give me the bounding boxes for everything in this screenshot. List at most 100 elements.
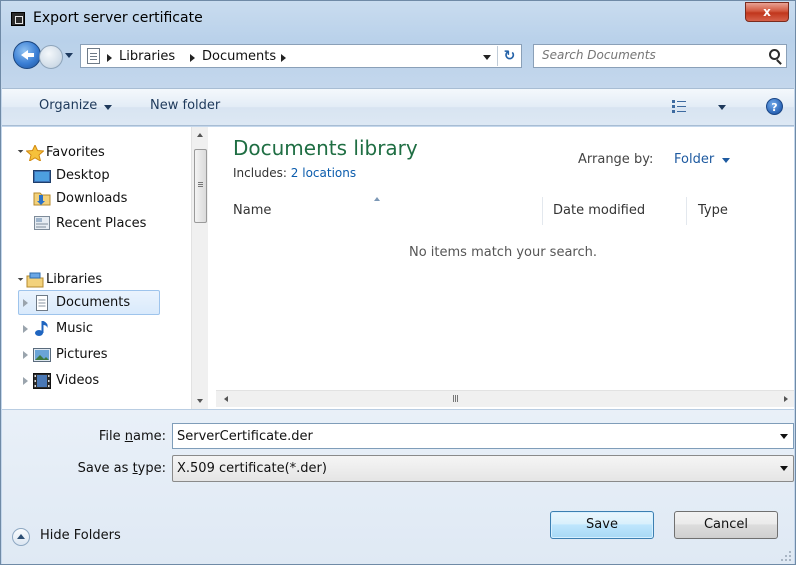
sidebar-item-libraries[interactable]: Libraries: [26, 269, 176, 291]
music-icon: [35, 321, 48, 336]
save-type-dropdown-icon[interactable]: [780, 466, 788, 471]
title-bar[interactable]: Export server certificate x: [1, 1, 795, 35]
navigation-bar: Libraries Documents ↻: [1, 35, 795, 87]
pictures-icon: [33, 348, 51, 362]
help-icon[interactable]: ?: [766, 98, 783, 115]
library-includes: Includes: 2 locations: [233, 166, 356, 180]
file-name-dropdown-icon[interactable]: [780, 434, 788, 439]
chevron-down-icon[interactable]: [722, 158, 730, 163]
content-area: Favorites Desktop Downloads Recent Place…: [2, 127, 794, 409]
sidebar-item-label: Music: [56, 321, 93, 336]
sidebar-item-label: Downloads: [56, 191, 128, 206]
search-input[interactable]: [542, 48, 762, 62]
sidebar-item-label: Desktop: [56, 168, 110, 183]
sidebar-item-desktop[interactable]: Desktop: [33, 165, 183, 187]
address-bar[interactable]: Libraries Documents ↻: [80, 44, 522, 68]
save-button[interactable]: Save: [550, 511, 654, 539]
back-arrow-icon[interactable]: [13, 41, 41, 69]
save-as-type-select[interactable]: X.509 certificate(*.der): [172, 455, 794, 482]
search-box[interactable]: [533, 44, 787, 68]
location-icon: [87, 48, 100, 64]
libraries-icon: [26, 272, 44, 288]
sidebar-item-recent-places[interactable]: Recent Places: [33, 213, 183, 235]
cancel-button[interactable]: Cancel: [674, 511, 778, 539]
organize-button[interactable]: Organize: [39, 98, 97, 113]
expand-libraries-icon[interactable]: [15, 273, 24, 281]
downloads-folder-icon: [33, 192, 51, 206]
column-header-date-modified[interactable]: Date modified: [553, 197, 687, 225]
column-header-name[interactable]: Name: [233, 197, 543, 225]
arrange-by-label: Arrange by:: [578, 152, 654, 167]
sidebar-item-label: Recent Places: [56, 216, 147, 231]
save-form: File name: Save as type: X.509 certifica…: [2, 409, 794, 564]
app-icon: [11, 12, 25, 26]
scrollbar-thumb[interactable]: [194, 149, 207, 223]
expand-pictures-icon[interactable]: [23, 351, 28, 359]
refresh-icon[interactable]: ↻: [497, 46, 521, 66]
recent-pages-dropdown-icon[interactable]: [65, 53, 73, 58]
search-icon[interactable]: [769, 49, 780, 60]
label-mnemonic: n: [124, 429, 133, 444]
expand-videos-icon[interactable]: [23, 377, 28, 385]
window-title: Export server certificate: [33, 10, 203, 26]
locations-link[interactable]: 2 locations: [291, 166, 356, 180]
breadcrumb-documents[interactable]: Documents: [202, 49, 276, 64]
scroll-up-icon[interactable]: [197, 133, 203, 137]
expand-favorites-icon[interactable]: [15, 145, 24, 153]
library-title: Documents library: [233, 136, 418, 160]
save-as-type-label: Save as type:: [62, 461, 166, 476]
breadcrumb-libraries[interactable]: Libraries: [119, 49, 175, 64]
navigation-pane: Favorites Desktop Downloads Recent Place…: [2, 127, 208, 409]
empty-state-message: No items match your search.: [408, 245, 597, 260]
sidebar-item-label: Libraries: [46, 272, 103, 287]
breadcrumb-separator-icon[interactable]: [281, 54, 286, 62]
nav-pane-scrollbar[interactable]: [191, 127, 208, 409]
sidebar-item-downloads[interactable]: Downloads: [33, 188, 183, 210]
address-history-dropdown-icon[interactable]: [483, 55, 491, 60]
sidebar-item-label: Documents: [56, 295, 131, 310]
forward-arrow-icon[interactable]: [39, 45, 63, 69]
column-header-type[interactable]: Type: [698, 197, 794, 225]
sidebar-item-music[interactable]: Music: [33, 318, 158, 340]
resize-grip-icon[interactable]: [781, 551, 791, 561]
arrange-by-dropdown[interactable]: Folder: [674, 152, 714, 167]
view-options-dropdown-icon[interactable]: [718, 105, 726, 110]
breadcrumb-separator-icon[interactable]: [190, 54, 195, 62]
sidebar-item-label: Favorites: [46, 145, 105, 160]
file-name-input[interactable]: [172, 423, 794, 449]
label-text: ame:: [132, 429, 166, 444]
scrollbar-grip[interactable]: [452, 395, 461, 402]
recent-places-icon: [34, 216, 50, 230]
label-text: Save as: [77, 461, 133, 476]
hide-folders-icon[interactable]: [12, 528, 30, 546]
desktop-icon: [33, 170, 51, 183]
scroll-left-icon[interactable]: [224, 396, 228, 402]
command-toolbar: Organize New folder ?: [2, 88, 794, 126]
scroll-right-icon[interactable]: [784, 396, 788, 402]
sidebar-item-favorites[interactable]: Favorites: [26, 142, 176, 164]
label-text: ype:: [137, 461, 166, 476]
videos-icon: [33, 373, 51, 389]
change-view-icon[interactable]: [672, 100, 686, 113]
includes-label: Includes:: [233, 166, 291, 180]
documents-icon: [36, 295, 48, 311]
sidebar-item-label: Pictures: [56, 347, 108, 362]
chevron-down-icon[interactable]: [104, 105, 112, 110]
file-list-pane: Documents library Includes: 2 locations …: [212, 127, 794, 409]
scroll-down-icon[interactable]: [197, 399, 203, 403]
close-button[interactable]: x: [745, 2, 789, 22]
expand-documents-icon[interactable]: [23, 299, 28, 307]
sidebar-item-pictures[interactable]: Pictures: [33, 344, 158, 366]
breadcrumb-separator-icon[interactable]: [107, 54, 112, 62]
horizontal-scrollbar[interactable]: [216, 390, 794, 407]
hide-folders-button[interactable]: Hide Folders: [40, 528, 121, 543]
new-folder-button[interactable]: New folder: [150, 98, 220, 113]
star-icon: [26, 145, 44, 161]
dialog-window: Export server certificate x Libraries Do…: [0, 0, 796, 565]
expand-music-icon[interactable]: [23, 325, 28, 333]
sidebar-item-label: Videos: [56, 373, 100, 388]
label-text: File: [98, 429, 125, 444]
sidebar-item-documents[interactable]: Documents: [33, 292, 158, 314]
file-name-label: File name:: [62, 429, 166, 444]
sidebar-item-videos[interactable]: Videos: [33, 370, 158, 392]
